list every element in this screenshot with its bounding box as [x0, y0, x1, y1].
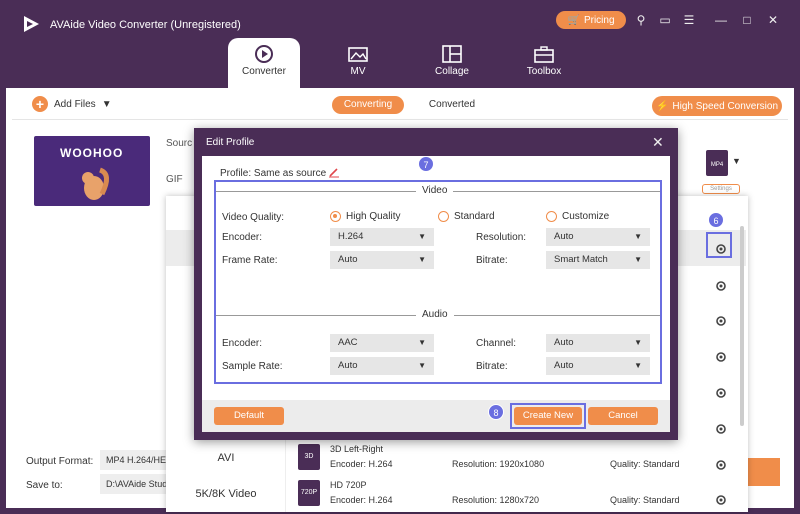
gear-icon[interactable] [714, 314, 728, 328]
plus-icon: + [32, 96, 48, 112]
tab-converter[interactable]: Converter [228, 38, 300, 88]
gear-icon[interactable] [714, 493, 728, 507]
edit-profile-dialog: Edit Profile ✕ Profile: Same as source V… [194, 128, 678, 440]
tab-collage[interactable]: Collage [416, 38, 488, 88]
format-scrollbar[interactable] [740, 226, 744, 426]
converter-toolbar: + Add Files ▼ Converting Converted ⚡ Hig… [12, 88, 788, 120]
save-to-path[interactable]: D:\AVAide Studio [100, 474, 170, 494]
video-thumbnail[interactable]: WOOHOO [34, 136, 150, 206]
add-files-label: Add Files [54, 98, 96, 110]
tab-toolbox[interactable]: Toolbox [508, 38, 580, 88]
format-row-resolution: Resolution: 1280x720 [452, 495, 540, 505]
maximize-icon[interactable]: □ [740, 13, 754, 27]
app-logo-icon [24, 16, 39, 32]
converted-tab[interactable]: Converted [416, 96, 488, 114]
collage-icon [442, 45, 462, 63]
format-row-title: 3D Left-Right [330, 444, 384, 454]
app-title: AVAide Video Converter (Unregistered) [50, 19, 241, 31]
tab-toolbox-label: Toolbox [526, 66, 562, 77]
callout-6-badge: 6 [708, 212, 724, 228]
category-avi[interactable]: AVI [166, 452, 286, 464]
category-5k8k[interactable]: 5K/8K Video [166, 488, 286, 500]
callout-8-badge: 8 [488, 404, 504, 420]
close-icon[interactable]: ✕ [652, 134, 664, 151]
callout-8-box [510, 403, 586, 429]
toolbox-icon [534, 46, 554, 63]
callout-7-box [214, 180, 662, 384]
mv-icon [348, 47, 368, 62]
add-files-button[interactable]: + Add Files ▼ [32, 96, 112, 112]
format-720p-icon: 720P [298, 480, 320, 506]
converting-tab[interactable]: Converting [332, 96, 404, 114]
output-format-select[interactable]: MP4 H.264/HEVC [100, 450, 170, 470]
gear-icon[interactable] [714, 422, 728, 436]
chevron-down-icon[interactable]: ▼ [102, 99, 112, 110]
convert-all-button[interactable] [744, 458, 780, 486]
settings-chip[interactable]: Settings [702, 184, 740, 194]
format-row-encoder: Encoder: H.264 [330, 459, 393, 469]
source-label: Sourc [166, 138, 193, 149]
close-window-icon[interactable]: ✕ [766, 13, 780, 27]
cart-icon: 🛒 [567, 14, 580, 26]
title-bar: AVAide Video Converter (Unregistered) 🛒 … [6, 6, 794, 88]
gif-format-label: GIF [166, 174, 183, 185]
dialog-body: Profile: Same as source Video Video Qual… [202, 156, 670, 400]
format-row-quality: Quality: Standard [610, 459, 680, 469]
converter-icon [255, 45, 273, 63]
default-button[interactable]: Default [214, 407, 284, 425]
format-row-quality: Quality: Standard [610, 495, 680, 505]
output-format-icon[interactable]: MP4 [706, 150, 728, 176]
app-window: AVAide Video Converter (Unregistered) 🛒 … [0, 0, 800, 514]
format-row-resolution: Resolution: 1920x1080 [452, 459, 545, 469]
high-speed-conversion-button[interactable]: ⚡ High Speed Conversion [652, 96, 782, 116]
dialog-title: Edit Profile [206, 137, 255, 148]
profile-label: Profile: Same as source [220, 168, 327, 179]
key-icon[interactable]: ⚲ [634, 13, 648, 27]
format-3d-icon: 3D [298, 444, 320, 470]
thumbnail-text: WOOHOO [60, 146, 124, 160]
callout-6-box [706, 232, 732, 258]
lightning-icon: ⚡ [655, 100, 669, 112]
gear-icon[interactable] [714, 386, 728, 400]
pencil-icon[interactable] [328, 166, 340, 178]
gear-icon[interactable] [714, 350, 728, 364]
high-speed-label: High Speed Conversion [672, 100, 779, 112]
chat-icon[interactable]: ▭ [658, 13, 672, 27]
gear-icon[interactable] [714, 458, 728, 472]
tab-collage-label: Collage [435, 66, 469, 77]
pricing-label: Pricing [583, 14, 615, 26]
gear-icon[interactable] [714, 279, 728, 293]
callout-7-badge: 7 [418, 156, 434, 172]
output-format-label: Output Format: [26, 456, 94, 467]
save-to-label: Save to: [26, 480, 63, 491]
minimize-icon[interactable]: — [714, 13, 728, 27]
chevron-down-icon[interactable]: ▼ [732, 156, 741, 166]
format-row-encoder: Encoder: H.264 [330, 495, 393, 505]
dialog-footer: Default Create New Cancel [202, 400, 670, 432]
tab-mv-label: MV [350, 66, 366, 77]
format-row-title: HD 720P [330, 480, 367, 490]
tab-mv[interactable]: MV [322, 38, 394, 88]
tab-converter-label: Converter [242, 66, 286, 77]
pricing-button[interactable]: 🛒 Pricing [556, 11, 626, 29]
menu-icon[interactable]: ☰ [682, 13, 696, 27]
cancel-button[interactable]: Cancel [588, 407, 658, 425]
squirrel-icon [82, 167, 109, 200]
